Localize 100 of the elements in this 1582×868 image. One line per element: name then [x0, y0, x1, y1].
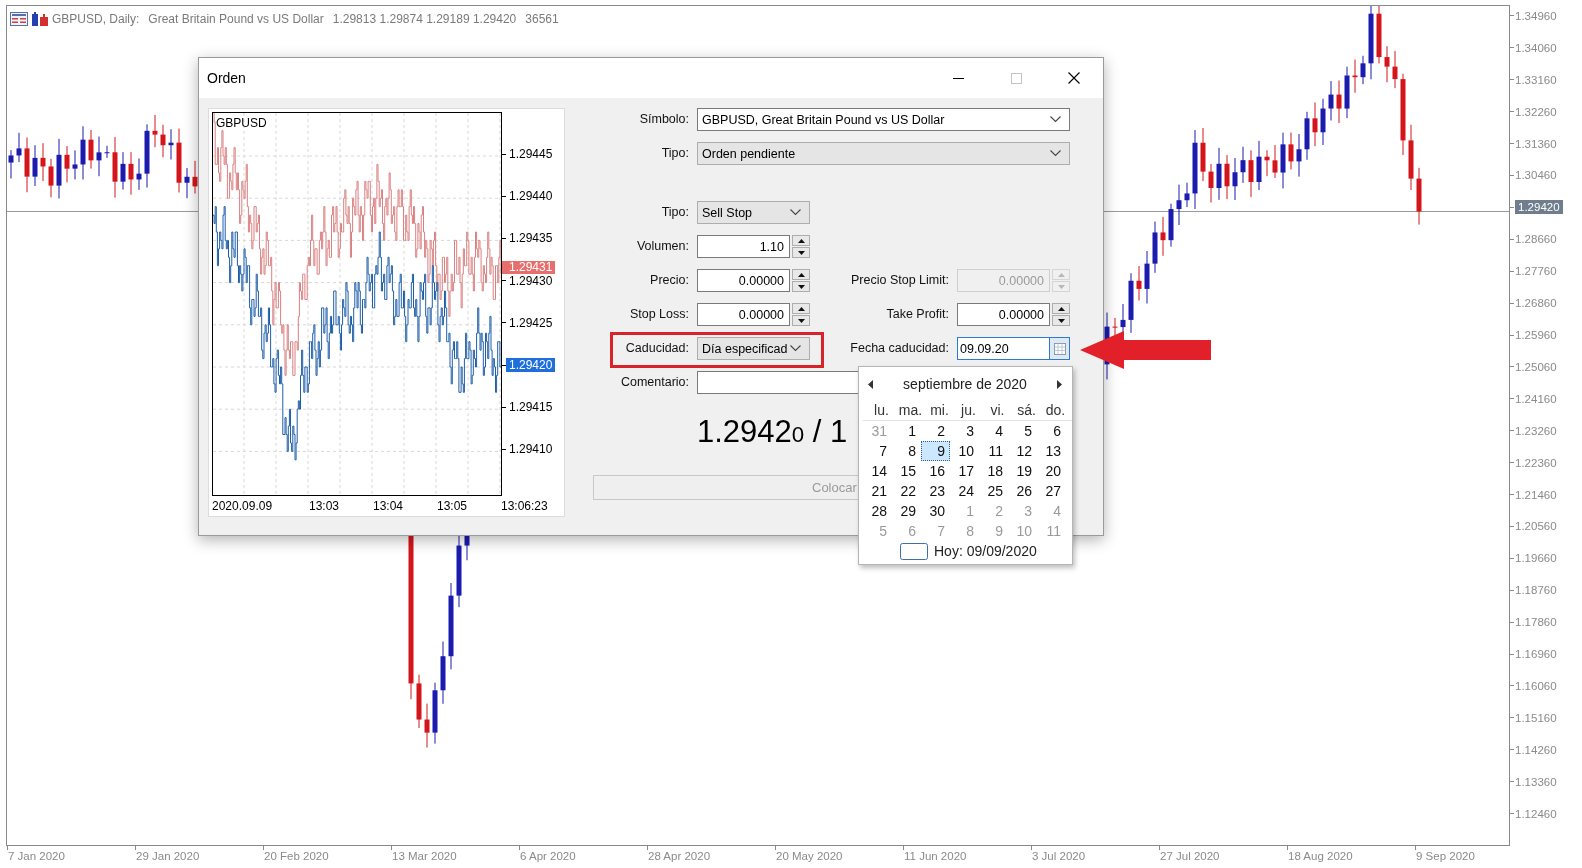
volume-value: 36561	[525, 12, 559, 26]
date-axis-label: 13 Mar 2020	[392, 850, 457, 862]
candle	[168, 128, 174, 161]
calendar-day[interactable]: 21	[863, 481, 892, 501]
price-axis-label: 1.14260	[1515, 743, 1557, 756]
calendar-day[interactable]: 29	[892, 501, 921, 521]
candle	[128, 151, 134, 196]
calendar-day[interactable]: 24	[950, 481, 979, 501]
candle	[136, 157, 142, 191]
candle	[1176, 184, 1182, 226]
candle	[80, 125, 86, 181]
chart-title: GBPUSD, Daily:	[52, 12, 140, 26]
calendar-button[interactable]	[1050, 337, 1070, 360]
ask-price-badge: 1.29431	[502, 261, 556, 274]
calendar-day[interactable]: 3	[950, 421, 979, 441]
candle	[1216, 147, 1222, 201]
field-label: Comentario:	[619, 374, 689, 391]
current-price-badge: 1.29420	[1515, 200, 1563, 215]
spin-up-button[interactable]	[792, 303, 810, 314]
symbol-description: Great Britain Pound vs US Dollar	[148, 12, 324, 26]
candle	[1360, 55, 1366, 85]
calendar-day[interactable]: 9	[921, 441, 950, 461]
spin-down-button[interactable]	[792, 281, 810, 292]
candle	[1408, 124, 1414, 191]
candle	[1280, 132, 1286, 189]
calendar-day[interactable]: 30	[921, 501, 950, 521]
field-label: Take Profit:	[885, 306, 949, 323]
spin-down-button[interactable]	[1052, 315, 1070, 326]
spin-down-button[interactable]	[792, 247, 810, 258]
stop-loss-field[interactable]: 0.00000	[697, 303, 790, 326]
price-axis-label: 1.27760	[1515, 265, 1557, 278]
symbol-label: GBPUSD	[215, 115, 268, 132]
close-icon[interactable]	[1068, 72, 1080, 84]
triangle-down-icon	[797, 318, 805, 323]
weekday-label: ju.	[959, 401, 977, 420]
calendar-day[interactable]: 26	[1008, 481, 1037, 501]
calendar-day[interactable]: 2	[921, 421, 950, 441]
triangle-down-icon	[1057, 318, 1065, 323]
calendar-day[interactable]: 25	[979, 481, 1008, 501]
calendar-day[interactable]: 5	[1008, 421, 1037, 441]
price-axis-label: 1.31360	[1515, 137, 1557, 150]
candle	[96, 136, 102, 177]
minimize-icon[interactable]	[952, 77, 964, 79]
calendar-day[interactable]: 7	[863, 441, 892, 461]
symbol-dropdown[interactable]: GBPUSD, Great Britain Pound vs US Dollar	[697, 108, 1070, 131]
field-label: Fecha caducidad:	[849, 340, 949, 357]
candle	[1152, 221, 1158, 274]
volume-field[interactable]: 1.10	[697, 235, 790, 258]
time-axis-label: 13:03	[309, 499, 341, 514]
candle	[1304, 111, 1310, 161]
today-link[interactable]: Hoy: 09/09/2020	[934, 543, 1037, 559]
triangle-down-icon	[797, 284, 805, 289]
price-field[interactable]: 0.00000	[697, 269, 790, 292]
price-axis-label: 1.29425	[509, 316, 553, 329]
candle	[1328, 80, 1334, 121]
calendar-day[interactable]: 28	[863, 501, 892, 521]
calendar-day[interactable]: 12	[1008, 441, 1037, 461]
candle	[1200, 127, 1206, 182]
field-label: Símbolo:	[638, 111, 689, 128]
date-axis-label: 18 Aug 2020	[1288, 850, 1353, 862]
price-axis-label: 1.24160	[1515, 392, 1557, 405]
candle	[1256, 140, 1262, 191]
triangle-left-icon[interactable]	[868, 379, 873, 389]
order-type-dropdown[interactable]: Sell Stop	[697, 201, 810, 224]
calendar-day[interactable]: 8	[892, 441, 921, 461]
calendar-day[interactable]: 1	[892, 421, 921, 441]
candle	[1184, 182, 1190, 208]
calendar-day[interactable]: 23	[921, 481, 950, 501]
calendar-day[interactable]: 22	[892, 481, 921, 501]
take-profit-field[interactable]: 0.00000	[957, 303, 1050, 326]
price-axis-label: 1.21460	[1515, 488, 1557, 501]
spin-up-button[interactable]	[792, 235, 810, 246]
time-axis-label: 13:04	[373, 499, 405, 514]
price-axis-label: 1.19660	[1515, 552, 1557, 565]
price-axis-label: 1.17860	[1515, 616, 1557, 629]
triangle-up-icon	[1057, 306, 1065, 311]
candle	[1312, 102, 1318, 147]
price-axis-label: 1.16960	[1515, 648, 1557, 661]
date-axis-label: 20 May 2020	[776, 850, 843, 862]
calendar-day[interactable]: 27	[1037, 481, 1066, 501]
price-axis-label: 1.34960	[1515, 9, 1557, 22]
calendar-day[interactable]: 6	[1037, 421, 1066, 441]
expiration-date-field[interactable]: 09.09.20	[957, 337, 1050, 360]
expiration-dropdown[interactable]: Día especificad	[697, 337, 810, 360]
type-dropdown[interactable]: Orden pendiente	[697, 142, 1070, 165]
candle	[24, 137, 30, 193]
calendar-day[interactable]: 4	[979, 421, 1008, 441]
candle	[1160, 216, 1166, 257]
field-label: Precio Stop Limit:	[850, 272, 949, 289]
spin-down-button[interactable]	[792, 315, 810, 326]
price-axis-label: 1.29430	[509, 274, 553, 287]
calendar-day[interactable]: 11	[979, 441, 1008, 461]
spin-up-button[interactable]	[792, 269, 810, 280]
calendar-day[interactable]: 13	[1037, 441, 1066, 461]
candle	[88, 129, 94, 170]
triangle-right-icon[interactable]	[1057, 379, 1062, 389]
price-axis-label: 1.32260	[1515, 105, 1557, 118]
calendar-day[interactable]: 10	[950, 441, 979, 461]
candle	[40, 142, 46, 182]
spin-up-button[interactable]	[1052, 303, 1070, 314]
